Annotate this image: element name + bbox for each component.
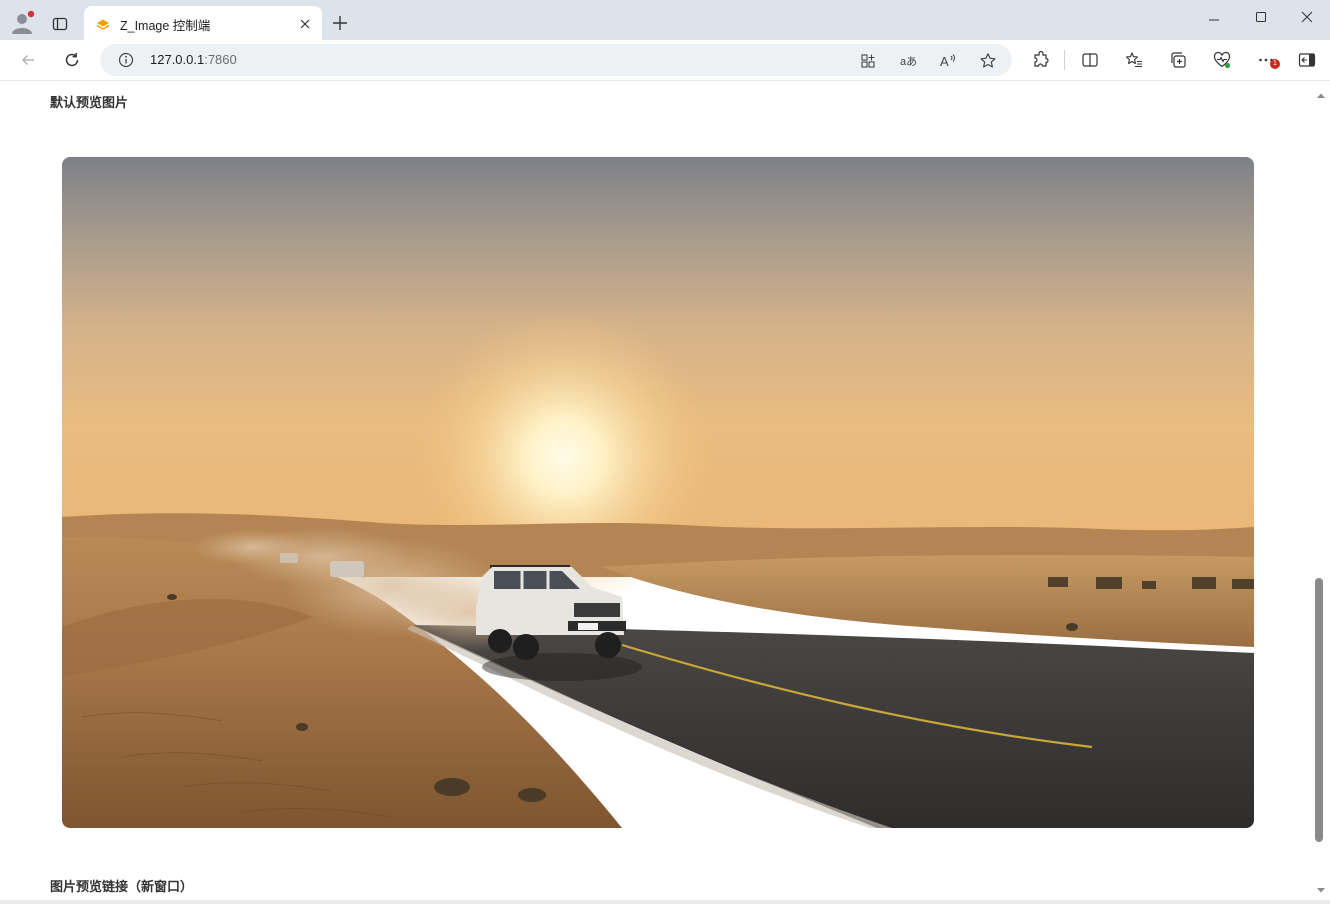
- svg-text:aあ: aあ: [900, 55, 917, 68]
- favorites-icon[interactable]: [1124, 50, 1144, 70]
- title-bar: Z_Image 控制端: [0, 0, 1330, 40]
- page-scrollbar[interactable]: [1312, 80, 1330, 900]
- back-arrow-icon[interactable]: [16, 48, 40, 72]
- reload-icon[interactable]: [60, 48, 84, 72]
- tab-actions-icon[interactable]: [48, 12, 72, 36]
- preview-image: [62, 157, 1254, 828]
- split-screen-icon[interactable]: [1080, 50, 1100, 70]
- browser-toolbar: 127.0.0.1:7860 aあ A: [0, 40, 1330, 81]
- read-aloud-icon[interactable]: A: [939, 52, 957, 70]
- browser-essentials-icon[interactable]: [1212, 50, 1232, 70]
- tab-title: Z_Image 控制端: [120, 19, 211, 33]
- close-icon[interactable]: [298, 16, 312, 30]
- window-bottom-edge: [0, 900, 1330, 904]
- translate-icon[interactable]: aあ: [899, 52, 917, 70]
- info-icon[interactable]: [118, 52, 134, 68]
- url-host: 127.0.0.1: [150, 52, 205, 67]
- default-preview-label: 默认预览图片: [50, 96, 129, 111]
- scroll-down-icon[interactable]: [1316, 880, 1326, 893]
- url-text[interactable]: 127.0.0.1:7860: [150, 52, 237, 67]
- maximize-icon[interactable]: [1247, 6, 1275, 28]
- minimize-icon[interactable]: [1200, 6, 1228, 28]
- plus-icon[interactable]: [330, 13, 350, 33]
- gradio-icon: [96, 16, 110, 30]
- app-available-icon[interactable]: [859, 52, 877, 70]
- scroll-thumb[interactable]: [1315, 578, 1323, 842]
- collections-icon[interactable]: [1168, 50, 1188, 70]
- window-close-icon[interactable]: [1293, 6, 1321, 28]
- preview-link-label: 图片预览链接（新窗口）: [50, 880, 194, 895]
- browser-tab[interactable]: Z_Image 控制端: [84, 6, 322, 40]
- extensions-icon[interactable]: [1031, 50, 1051, 70]
- toolbar-separator: [1064, 50, 1065, 70]
- sidebar-icon[interactable]: [1297, 50, 1317, 70]
- svg-text:A: A: [940, 54, 949, 69]
- address-bar[interactable]: 127.0.0.1:7860 aあ A: [100, 44, 1012, 76]
- favorite-star-icon[interactable]: [979, 52, 997, 70]
- url-port: :7860: [204, 52, 237, 67]
- profile-icon[interactable]: [8, 8, 36, 36]
- notification-badge: 1: [1270, 59, 1280, 69]
- scroll-up-icon[interactable]: [1316, 86, 1326, 98]
